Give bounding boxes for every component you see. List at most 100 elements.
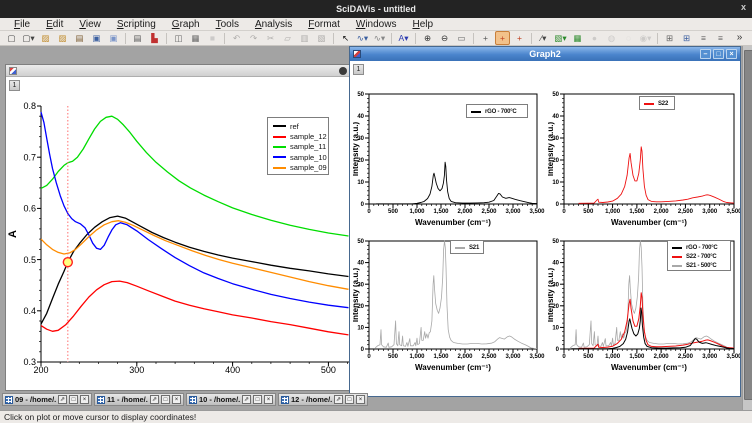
svg-text:Intensity (a.u.): Intensity (a.u.)	[548, 268, 555, 323]
menu-windows[interactable]: Windows	[348, 18, 405, 31]
toolbar-separator	[166, 33, 167, 44]
project-explorer-icon[interactable]: ◫	[171, 31, 186, 45]
results-log-icon[interactable]: ▦	[188, 31, 203, 45]
svg-text:500: 500	[583, 209, 594, 215]
toolbar-separator	[391, 33, 392, 44]
move-data-points-icon[interactable]: +	[512, 31, 527, 45]
paste-special-icon[interactable]: ▧	[314, 31, 329, 45]
table-wizard-icon[interactable]: ⊞	[662, 31, 677, 45]
minimized-window-12[interactable]: 12 - /home/... ⇗ □ ×	[278, 393, 368, 406]
plot-window-icon	[353, 50, 361, 58]
save-project-icon[interactable]: ▣	[89, 31, 104, 45]
raman-chart-s21[interactable]: 05001,0001,5002,0002,5003,0003,500010203…	[353, 232, 545, 382]
restore-button[interactable]: ⇗	[58, 395, 67, 404]
minimized-window-09[interactable]: 09 - /home/... ⇗ □ ×	[2, 393, 92, 406]
restore-button[interactable]: ⇗	[150, 395, 159, 404]
export-pdf-icon[interactable]: ▙	[147, 31, 162, 45]
close-button[interactable]: ×	[80, 395, 89, 404]
uvvis-plot-window[interactable]: 1 2003004005000.30.40.50.60.70.8A ref sa…	[5, 64, 350, 391]
print-icon[interactable]: ▤	[130, 31, 145, 45]
column-stats-icon[interactable]: ≡	[696, 31, 711, 45]
maximize-button[interactable]: □	[161, 395, 170, 404]
row-stats-icon[interactable]: ≡	[713, 31, 728, 45]
graph2-window[interactable]: Graph2 – □ × 1 05001,0001,5002,0002,5003…	[349, 46, 741, 397]
menu-tools[interactable]: Tools	[208, 18, 247, 31]
combined-legend[interactable]: rGO - 700°C S22 - 700°C S21 - 500°C	[667, 240, 731, 271]
svg-text:2,500: 2,500	[481, 354, 497, 360]
menu-file[interactable]: File	[6, 18, 38, 31]
zoom-in-icon[interactable]: ⊕	[420, 31, 435, 45]
new-item-dropdown[interactable]: ▢▾	[21, 31, 36, 45]
minimize-button[interactable]: –	[700, 49, 711, 59]
zoom-out-icon[interactable]: ⊖	[437, 31, 452, 45]
close-button[interactable]: ×	[356, 395, 365, 404]
menu-graph[interactable]: Graph	[164, 18, 208, 31]
maximize-button[interactable]: □	[69, 395, 78, 404]
screen-reader-icon[interactable]: +	[478, 31, 493, 45]
close-button[interactable]: ×	[172, 395, 181, 404]
data-reader-icon[interactable]: +	[495, 31, 510, 45]
maximize-button[interactable]: □	[345, 395, 354, 404]
lock-icon[interactable]: ■	[205, 31, 220, 45]
legend-label: S21	[469, 245, 479, 251]
copy-icon[interactable]: ▱	[280, 31, 295, 45]
save-as-icon[interactable]: ▣	[106, 31, 121, 45]
restore-button[interactable]: ⇗	[334, 395, 343, 404]
draw-line-dropdown[interactable]: ∕▾	[536, 31, 551, 45]
cut-icon[interactable]: ✂	[263, 31, 278, 45]
maximize-button[interactable]: □	[253, 395, 262, 404]
scrollbar-thumb[interactable]	[744, 50, 752, 400]
open-project-icon[interactable]: ▨	[38, 31, 53, 45]
rescale-axes-icon[interactable]: ▭	[454, 31, 469, 45]
select-columns-dropdown[interactable]: ∿▾	[372, 31, 387, 45]
svg-text:50: 50	[552, 92, 559, 98]
svg-text:2,500: 2,500	[481, 209, 497, 215]
menu-format[interactable]: Format	[300, 18, 348, 31]
toolbar-overflow-chevron[interactable]: »	[732, 31, 747, 45]
minimized-window-label: 09 - /home/...	[15, 395, 56, 404]
select-data-range-dropdown[interactable]: ∿▾	[355, 31, 370, 45]
maximize-button[interactable]: □	[713, 49, 724, 59]
add-column-icon[interactable]: ⊞	[679, 31, 694, 45]
minimized-window-10[interactable]: 10 - /home/... ⇗ □ ×	[186, 393, 276, 406]
add-text-dropdown[interactable]: A▾	[396, 31, 411, 45]
plot3d-bars-icon[interactable]: ◍	[604, 31, 619, 45]
legend-label: S21 - 500°C	[686, 263, 717, 269]
layer-button[interactable]: 1	[353, 64, 364, 75]
paste-icon[interactable]: ▥	[297, 31, 312, 45]
workspace-scrollbar[interactable]	[742, 46, 752, 410]
pointer-icon[interactable]: ↖	[338, 31, 353, 45]
s21-legend[interactable]: S21	[450, 240, 484, 254]
uvvis-window-titlebar[interactable]	[6, 65, 349, 77]
add-function-dropdown[interactable]: ▧▾	[553, 31, 568, 45]
s22-legend[interactable]: S22	[639, 96, 675, 110]
plot3d-ribbon-icon[interactable]: ●	[587, 31, 602, 45]
add-image-icon[interactable]: ▦	[570, 31, 585, 45]
close-button[interactable]: ×	[726, 49, 737, 59]
menu-view[interactable]: View	[71, 18, 109, 31]
undo-icon[interactable]: ↶	[229, 31, 244, 45]
minimized-window-11[interactable]: 11 - /home/... ⇗ □ ×	[94, 393, 184, 406]
close-button[interactable]: ×	[264, 395, 273, 404]
graph2-titlebar[interactable]: Graph2 – □ ×	[350, 47, 740, 61]
svg-text:40: 40	[357, 114, 364, 120]
menu-help[interactable]: Help	[404, 18, 441, 31]
uvvis-legend[interactable]: ref sample_12 sample_11 sample_10 sample…	[267, 117, 329, 175]
svg-text:500: 500	[321, 365, 336, 375]
svg-text:A: A	[7, 230, 19, 238]
table-icon	[281, 396, 289, 404]
menu-edit[interactable]: Edit	[38, 18, 71, 31]
new-project-icon[interactable]: ▢	[4, 31, 19, 45]
plot3d-scatter-icon[interactable]: ◌	[621, 31, 636, 45]
app-close-icon[interactable]: x	[741, 2, 746, 12]
plot3d-surface-dropdown[interactable]: ◉▾	[638, 31, 653, 45]
import-ascii-icon[interactable]: ▤	[72, 31, 87, 45]
redo-icon[interactable]: ↷	[246, 31, 261, 45]
rgo-legend[interactable]: rGO - 700°C	[466, 104, 528, 118]
svg-text:Wavenumber (cm⁻¹): Wavenumber (cm⁻¹)	[415, 218, 491, 227]
menu-analysis[interactable]: Analysis	[247, 18, 300, 31]
svg-text:1,000: 1,000	[605, 354, 621, 360]
restore-button[interactable]: ⇗	[242, 395, 251, 404]
menu-scripting[interactable]: Scripting	[109, 18, 164, 31]
open-template-icon[interactable]: ▨	[55, 31, 70, 45]
